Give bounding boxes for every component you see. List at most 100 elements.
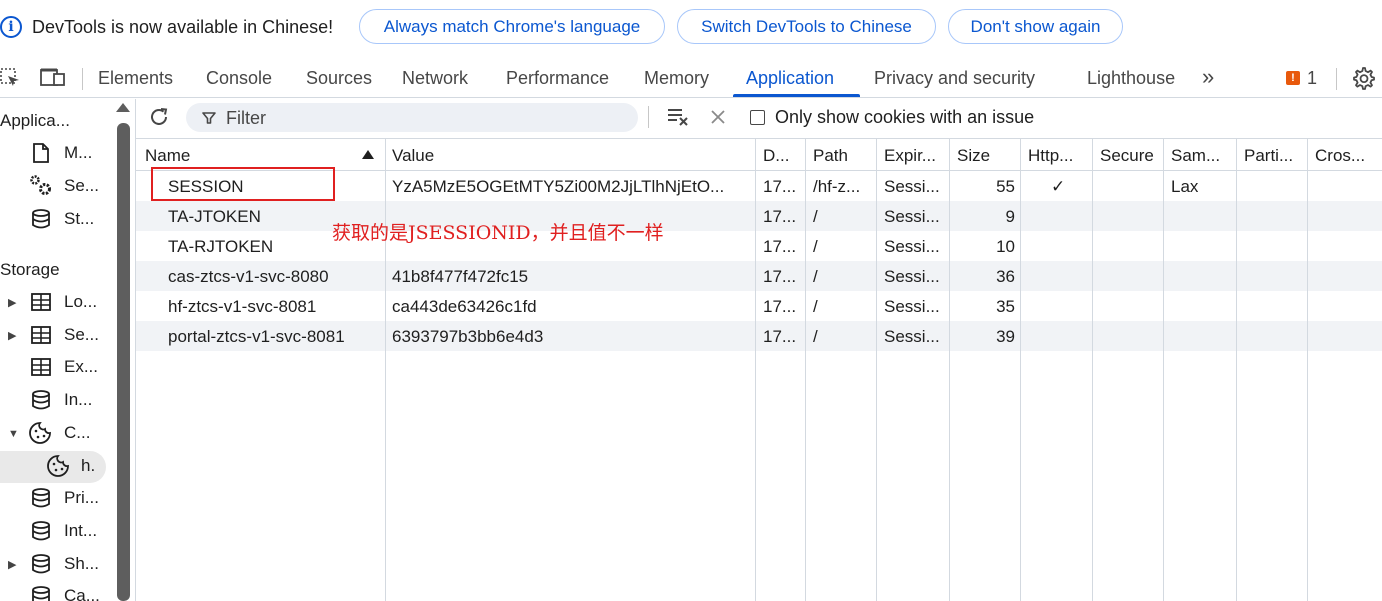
column-divider[interactable]: [1163, 139, 1164, 601]
column-divider[interactable]: [949, 139, 950, 601]
tab-memory[interactable]: Memory: [644, 68, 709, 89]
table-row[interactable]: hf-ztcs-v1-svc-8081 ca443de63426c1fd 17.…: [136, 291, 1382, 321]
clear-filtered-cookies-icon[interactable]: [666, 106, 690, 128]
cell-domain: 17...: [763, 327, 797, 346]
expand-arrow-icon[interactable]: ▶: [8, 558, 16, 571]
cell-domain: 17...: [763, 177, 797, 196]
toolbar-separator: [648, 106, 649, 128]
sidebar-item-storage[interactable]: St...: [64, 209, 94, 229]
only-issues-checkbox[interactable]: [750, 110, 765, 125]
cell-path: /: [813, 297, 818, 316]
tab-performance[interactable]: Performance: [506, 68, 609, 89]
column-divider[interactable]: [1307, 139, 1308, 601]
filter-input[interactable]: [226, 107, 626, 129]
table-row[interactable]: portal-ztcs-v1-svc-8081 6393797b3bb6e4d3…: [136, 321, 1382, 351]
settings-gear-icon[interactable]: [1351, 66, 1375, 90]
interest-groups-database-icon: [32, 521, 50, 541]
sidebar-item-cookies[interactable]: C...: [64, 423, 90, 443]
cell-value: ca443de63426c1fd: [392, 297, 537, 316]
column-header-domain[interactable]: D...: [763, 146, 789, 166]
sidebar-scrollbar[interactable]: [117, 123, 130, 601]
column-header-name[interactable]: Name: [145, 146, 190, 166]
tab-elements[interactable]: Elements: [98, 68, 173, 89]
column-header-partition-key[interactable]: Parti...: [1244, 146, 1293, 166]
table-row[interactable]: TA-JTOKEN 17... / Sessi... 9: [136, 201, 1382, 231]
sidebar-header-application[interactable]: Applica...: [0, 111, 70, 131]
collapse-arrow-icon[interactable]: ▼: [8, 428, 19, 440]
cell-value: 41b8f477f472fc15: [392, 267, 529, 286]
extension-storage-table-icon: [31, 358, 51, 376]
column-divider[interactable]: [876, 139, 877, 601]
always-match-language-button[interactable]: Always match Chrome's language: [359, 9, 665, 44]
column-divider[interactable]: [805, 139, 806, 601]
cell-expires: Sessi...: [884, 327, 940, 346]
sidebar-item-service-workers[interactable]: Se...: [64, 176, 99, 196]
cell-value: 6393797b3bb6e4d3: [392, 327, 544, 346]
column-header-expires[interactable]: Expir...: [884, 146, 936, 166]
sidebar-item-local-storage[interactable]: Lo...: [64, 292, 97, 312]
indexeddb-database-icon: [32, 390, 50, 410]
tab-privacy-and-security[interactable]: Privacy and security: [874, 68, 1035, 89]
scroll-up-arrow-icon[interactable]: [116, 103, 130, 112]
inspect-element-icon[interactable]: [0, 68, 22, 88]
tab-network[interactable]: Network: [402, 68, 468, 89]
sidebar-item-indexeddb[interactable]: In...: [64, 390, 92, 410]
cookie-origin-icon: [47, 455, 69, 477]
sidebar-item-interest-groups[interactable]: Int...: [64, 521, 97, 541]
storage-database-icon: [32, 209, 50, 229]
table-row[interactable]: cas-ztcs-v1-svc-8080 41b8f477f472fc15 17…: [136, 261, 1382, 291]
column-divider[interactable]: [1020, 139, 1021, 601]
filter-box[interactable]: [186, 103, 638, 132]
cell-path: /: [813, 327, 818, 346]
cell-name: hf-ztcs-v1-svc-8081: [168, 297, 317, 316]
tab-lighthouse[interactable]: Lighthouse: [1087, 68, 1175, 89]
annotation-highlight-box: [151, 167, 335, 201]
tab-sources[interactable]: Sources: [306, 68, 372, 89]
sidebar-item-cache-storage[interactable]: Ca...: [64, 586, 100, 601]
sidebar-item-session-storage[interactable]: Se...: [64, 325, 99, 345]
sidebar-item-private-state-tokens[interactable]: Pri...: [64, 488, 99, 508]
table-row[interactable]: TA-RJTOKEN 17... / Sessi... 10: [136, 231, 1382, 261]
column-header-secure[interactable]: Secure: [1100, 146, 1154, 166]
column-header-size[interactable]: Size: [957, 146, 990, 166]
only-issues-checkbox-label[interactable]: Only show cookies with an issue: [775, 107, 1034, 128]
column-header-path[interactable]: Path: [813, 146, 848, 166]
delete-selected-close-icon[interactable]: [710, 109, 726, 125]
cell-samesite: Lax: [1171, 177, 1199, 196]
dont-show-again-button[interactable]: Don't show again: [948, 9, 1123, 44]
expand-arrow-icon[interactable]: ▶: [8, 296, 16, 309]
column-header-value[interactable]: Value: [392, 146, 434, 166]
language-infobar: i DevTools is now available in Chinese! …: [0, 0, 1382, 56]
private-state-tokens-database-icon: [32, 488, 50, 508]
sidebar-item-extension-storage[interactable]: Ex...: [64, 357, 98, 377]
switch-to-chinese-button[interactable]: Switch DevTools to Chinese: [677, 9, 936, 44]
info-icon: i: [0, 16, 22, 38]
cookies-table: Name Value D... Path Expir... Size Http.…: [136, 138, 1382, 601]
cookies-icon: [29, 422, 51, 444]
column-header-httponly[interactable]: Http...: [1028, 146, 1073, 166]
device-toolbar-icon[interactable]: [40, 68, 66, 88]
sort-ascending-icon[interactable]: [362, 150, 374, 159]
more-tabs-chevron-icon[interactable]: »: [1202, 64, 1214, 90]
sidebar-item-cookie-origin[interactable]: h.: [81, 456, 95, 476]
cell-size: 55: [996, 177, 1015, 196]
cell-domain: 17...: [763, 267, 797, 286]
expand-arrow-icon[interactable]: ▶: [8, 329, 16, 342]
cell-expires: Sessi...: [884, 237, 940, 256]
issue-count[interactable]: 1: [1307, 68, 1317, 89]
column-header-samesite[interactable]: Sam...: [1171, 146, 1220, 166]
column-divider[interactable]: [1236, 139, 1237, 601]
refresh-icon[interactable]: [148, 106, 170, 128]
tab-application[interactable]: Application: [746, 68, 834, 89]
column-divider[interactable]: [385, 139, 386, 601]
session-storage-table-icon: [31, 326, 51, 344]
local-storage-table-icon: [31, 293, 51, 311]
sidebar-item-manifest[interactable]: M...: [64, 143, 92, 163]
sidebar-item-shared-storage[interactable]: Sh...: [64, 554, 99, 574]
tab-console[interactable]: Console: [206, 68, 272, 89]
column-divider[interactable]: [1092, 139, 1093, 601]
column-divider[interactable]: [755, 139, 756, 601]
issue-warning-icon[interactable]: !: [1286, 71, 1300, 85]
column-header-cross-site[interactable]: Cros...: [1315, 146, 1365, 166]
tab-separator: [82, 68, 83, 90]
